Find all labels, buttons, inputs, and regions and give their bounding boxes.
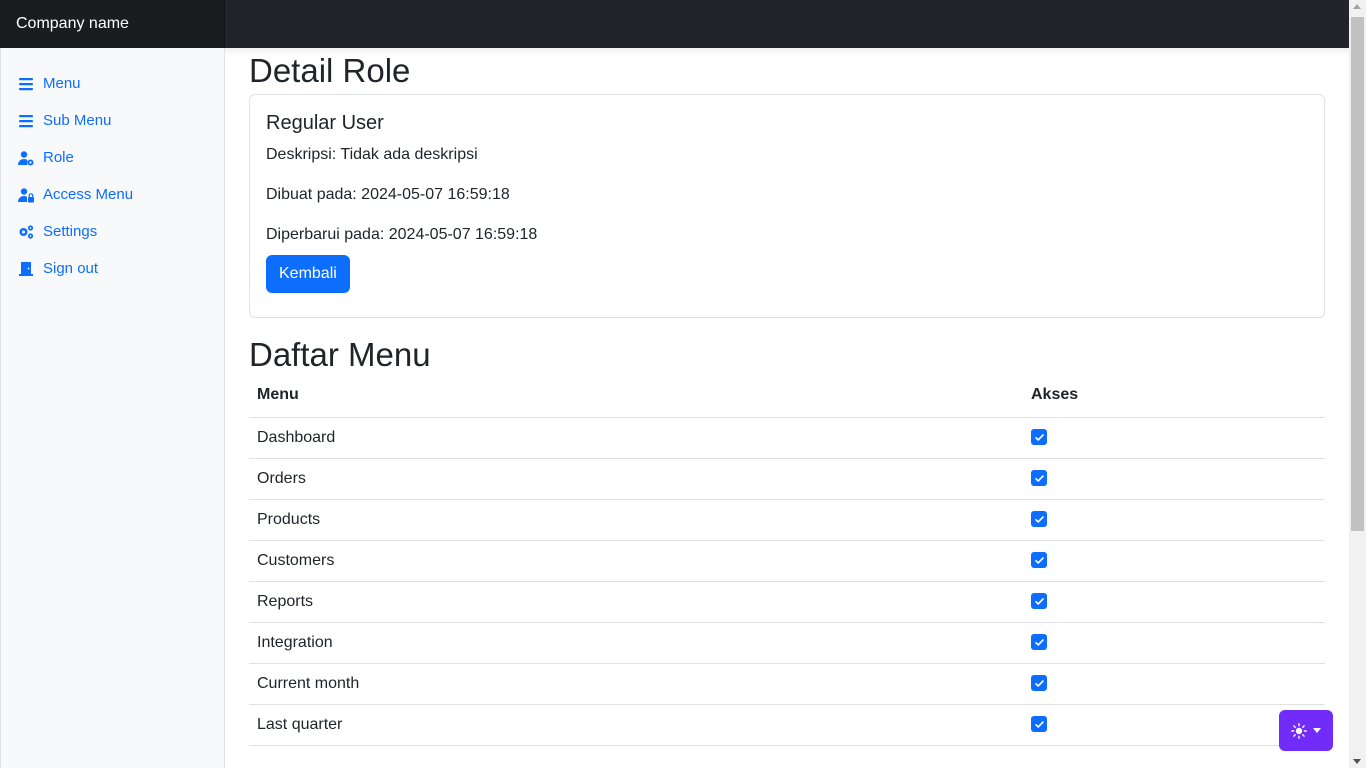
role-updated-at: Diperbarui pada: 2024-05-07 16:59:18 — [266, 226, 538, 243]
sidebar-item-label: Role — [43, 149, 74, 166]
column-header-akses: Akses — [1023, 386, 1325, 418]
door-icon — [17, 261, 35, 277]
brand-name[interactable]: Company name — [0, 0, 225, 48]
user-lock-icon — [17, 187, 35, 203]
role-description: Deskripsi: Tidak ada deskripsi — [266, 146, 478, 163]
sidebar-item-label: Sub Menu — [43, 112, 112, 129]
sun-icon — [1291, 722, 1307, 739]
role-name: Regular User — [266, 112, 384, 134]
access-cell — [1023, 499, 1325, 541]
table-row: Current month — [249, 663, 1325, 705]
access-cell — [1023, 581, 1325, 623]
sidebar-item-label: Access Menu — [43, 186, 134, 203]
scrollbar-thumb[interactable] — [1351, 17, 1364, 531]
menu-name-cell: Products — [249, 499, 1023, 541]
sidebar-item-sign-out[interactable]: Sign out — [1, 250, 224, 287]
menu-name-cell: Dashboard — [249, 417, 1023, 459]
page-title: Detail Role — [249, 52, 411, 89]
role-created-at: Dibuat pada: 2024-05-07 16:59:18 — [266, 186, 510, 203]
access-checkbox[interactable] — [1031, 716, 1047, 733]
sidebar-item-menu[interactable]: Menu — [1, 65, 224, 102]
theme-toggle-button[interactable] — [1279, 710, 1333, 751]
list-icon — [17, 113, 35, 129]
sidebar: Menu Sub Menu Role Access Menu Settings … — [0, 48, 225, 768]
access-checkbox[interactable] — [1031, 429, 1047, 446]
role-detail-card: Regular User Deskripsi: Tidak ada deskri… — [249, 94, 1325, 318]
sidebar-item-settings[interactable]: Settings — [1, 213, 224, 250]
user-gear-icon — [17, 150, 35, 166]
menu-name-cell: Reports — [249, 581, 1023, 623]
access-cell — [1023, 663, 1325, 705]
sidebar-item-access-menu[interactable]: Access Menu — [1, 176, 224, 213]
table-row: Dashboard — [249, 417, 1325, 459]
access-checkbox[interactable] — [1031, 470, 1047, 487]
access-checkbox[interactable] — [1031, 675, 1047, 692]
sidebar-item-sub-menu[interactable]: Sub Menu — [1, 102, 224, 139]
access-cell — [1023, 540, 1325, 582]
access-cell — [1023, 622, 1325, 664]
menu-name-cell: Current month — [249, 663, 1023, 705]
menu-access-table: Menu Akses Dashboard Orders Products Custom… — [249, 386, 1325, 746]
list-icon — [17, 76, 35, 92]
menu-name-cell: Last quarter — [249, 704, 1023, 746]
access-cell — [1023, 458, 1325, 500]
table-row: Customers — [249, 540, 1325, 582]
menu-name-cell: Integration — [249, 622, 1023, 664]
access-checkbox[interactable] — [1031, 593, 1047, 610]
chevron-down-icon — [1313, 728, 1321, 733]
table-header-row: Menu Akses — [249, 386, 1325, 418]
table-row: Last quarter — [249, 704, 1325, 746]
column-header-menu: Menu — [249, 386, 1023, 418]
table-row: Orders — [249, 458, 1325, 500]
access-checkbox[interactable] — [1031, 511, 1047, 528]
sidebar-item-role[interactable]: Role — [1, 139, 224, 176]
access-cell — [1023, 417, 1325, 459]
table-row: Reports — [249, 581, 1325, 623]
gears-icon — [17, 224, 35, 240]
table-row: Integration — [249, 622, 1325, 664]
sidebar-item-label: Sign out — [43, 260, 99, 277]
sidebar-item-label: Settings — [43, 223, 98, 240]
back-button[interactable]: Kembali — [266, 255, 350, 293]
sidebar-item-label: Menu — [43, 75, 81, 92]
access-checkbox[interactable] — [1031, 634, 1047, 651]
scroll-down-arrow-icon[interactable] — [1353, 759, 1361, 764]
top-navbar: Company name — [0, 0, 1349, 48]
main-content: Detail Role Regular User Deskripsi: Tida… — [225, 48, 1349, 768]
scroll-up-arrow-icon[interactable] — [1353, 4, 1361, 9]
menu-name-cell: Orders — [249, 458, 1023, 500]
table-row: Products — [249, 499, 1325, 541]
access-checkbox[interactable] — [1031, 552, 1047, 569]
page-scrollbar[interactable] — [1349, 0, 1366, 768]
menu-section-title: Daftar Menu — [249, 336, 431, 373]
menu-name-cell: Customers — [249, 540, 1023, 582]
